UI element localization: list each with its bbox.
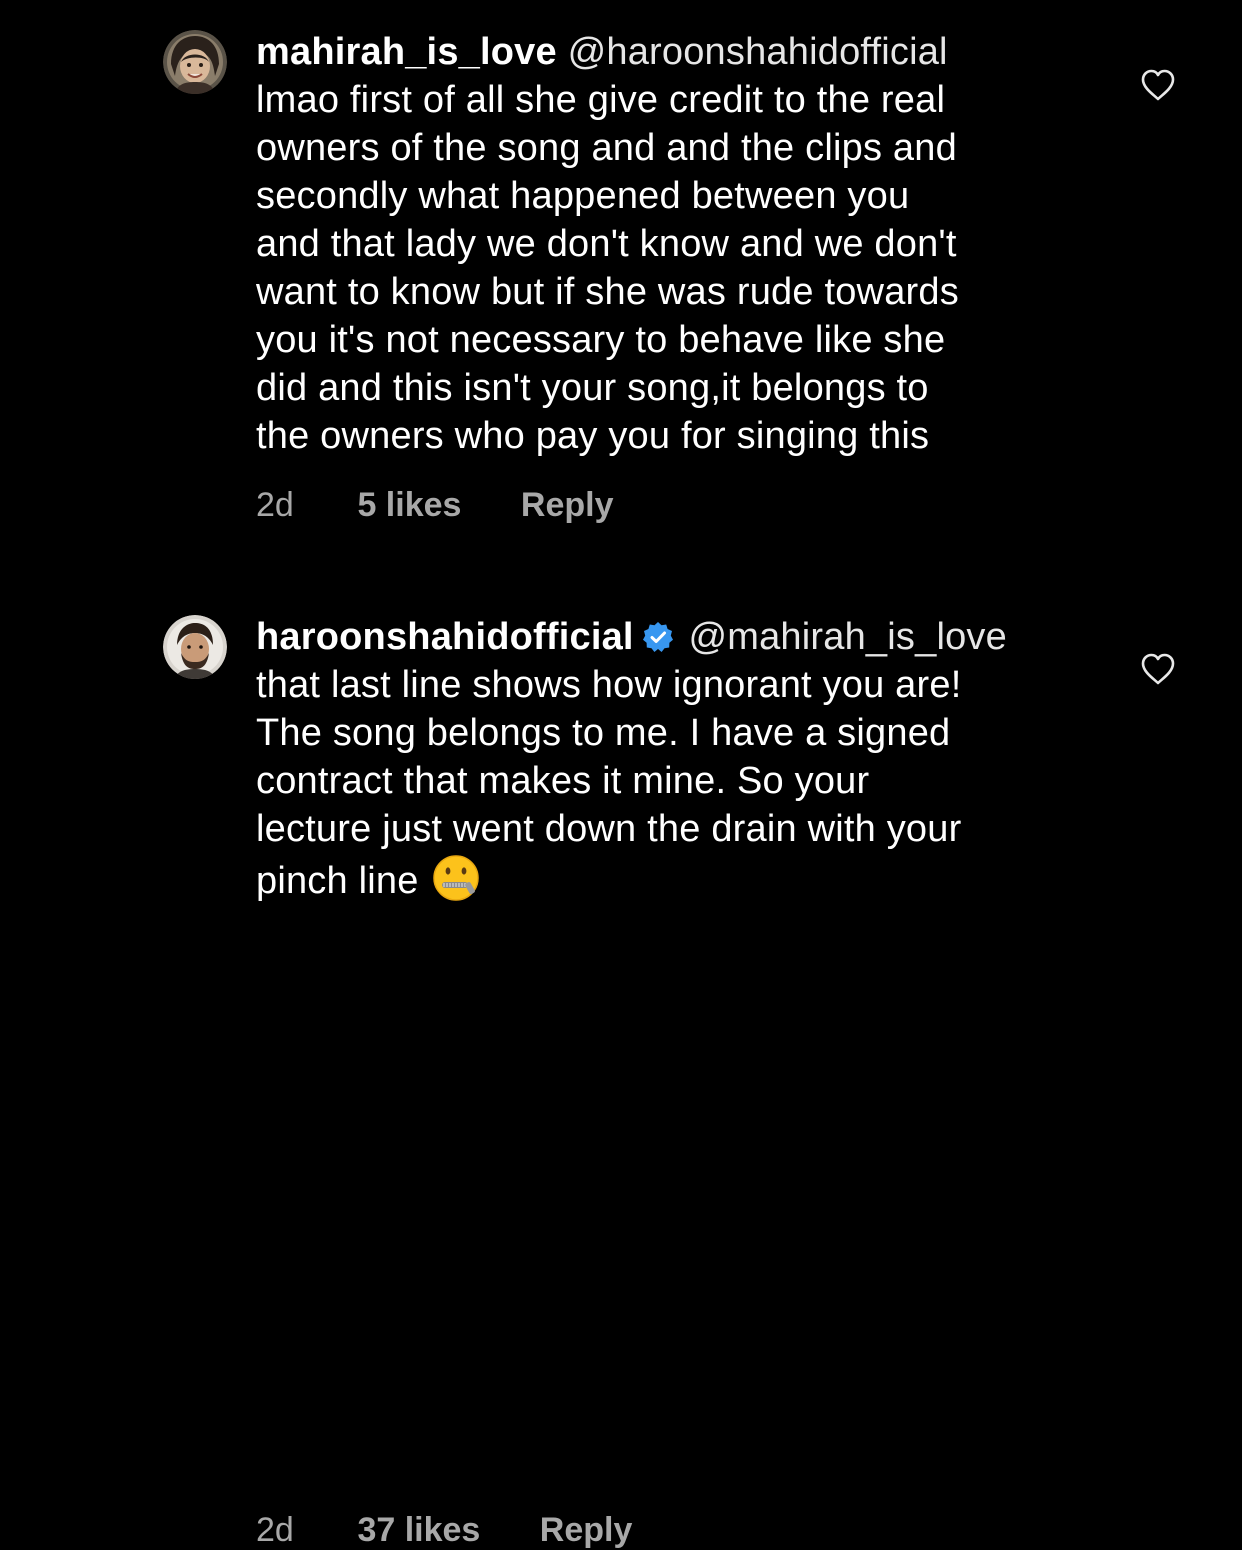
comment-text-line: did and this isn't your song,it belongs …	[256, 367, 929, 409]
comment-username[interactable]: mahirah_is_love	[256, 31, 557, 73]
comment-text-line: the owners who pay you for singing this	[256, 415, 930, 457]
comment-text-line: lmao first of all she give credit to the…	[256, 79, 946, 121]
comment-text-line: contract that makes it mine. So your	[256, 760, 870, 802]
comment-text-line: secondly what happened between you	[256, 175, 910, 217]
comment-text-line: lecture just went down the drain with yo…	[256, 808, 962, 850]
comment-body: mahirah_is_love @haroonshahidofficial lm…	[256, 28, 1086, 460]
zipper-mouth-face-icon	[431, 853, 481, 903]
comment-text-line: pinch line	[256, 860, 419, 902]
reply-button[interactable]: Reply	[521, 486, 614, 525]
comment-time: 2d	[256, 1511, 294, 1549]
comment-body: haroonshahidofficial @mahirah_is_love th…	[256, 613, 1086, 905]
comment-text-line: and that lady we don't know and we don't	[256, 223, 957, 265]
verified-badge-icon	[642, 617, 674, 652]
comment-text-line: that last line shows how ignorant you ar…	[256, 664, 962, 706]
reply-button[interactable]: Reply	[540, 1511, 633, 1550]
comment-text-line: want to know but if she was rude towards	[256, 271, 959, 313]
comment-mention[interactable]: @haroonshahidofficial	[568, 31, 948, 73]
avatar[interactable]	[163, 615, 227, 679]
comment-meta: 2d 37 likes Reply	[256, 1511, 632, 1550]
comment-text-line: The song belongs to me. I have a signed	[256, 712, 951, 754]
comment-username[interactable]: haroonshahidofficial	[256, 616, 634, 658]
heart-outline-icon[interactable]	[1140, 652, 1176, 686]
comment-likes[interactable]: 5 likes	[357, 486, 461, 525]
comment-time: 2d	[256, 486, 294, 524]
avatar[interactable]	[163, 30, 227, 94]
comment-text-line: you it's not necessary to behave like sh…	[256, 319, 946, 361]
comment-likes[interactable]: 37 likes	[357, 1511, 480, 1550]
heart-outline-icon[interactable]	[1140, 68, 1176, 102]
comment-meta: 2d 5 likes Reply	[256, 486, 613, 525]
comment-text-line: owners of the song and and the clips and	[256, 127, 957, 169]
comment-mention[interactable]: @mahirah_is_love	[688, 616, 1006, 658]
